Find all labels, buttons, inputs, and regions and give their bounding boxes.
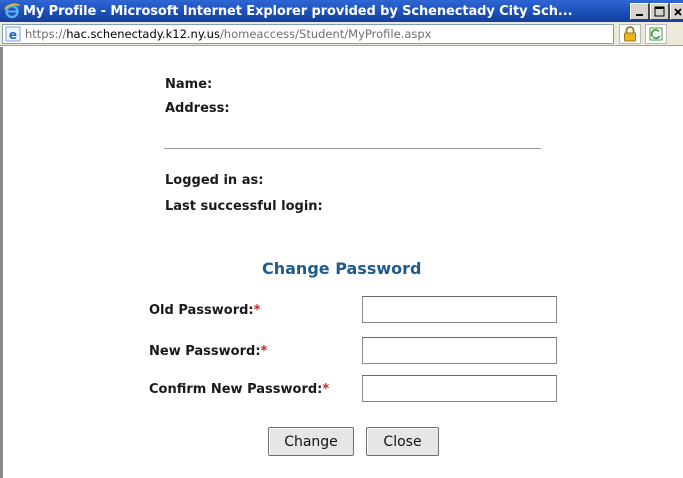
old-password-label: Old Password:*: [149, 303, 261, 318]
last-login-label: Last successful login:: [165, 199, 323, 214]
required-marker: *: [253, 303, 261, 318]
minimize-button[interactable]: [630, 3, 649, 20]
new-password-label: New Password:*: [149, 344, 268, 359]
required-marker: *: [322, 382, 330, 397]
internet-explorer-icon: [3, 2, 21, 20]
name-label: Name:: [165, 77, 213, 92]
url-text: https://hac.schenectady.k12.ny.us/homeac…: [25, 27, 432, 41]
new-password-input[interactable]: [362, 337, 557, 364]
divider: [164, 148, 541, 149]
address-label: Address:: [165, 101, 230, 116]
refresh-icon[interactable]: [645, 24, 667, 44]
required-marker: *: [260, 344, 268, 359]
change-button[interactable]: Change: [268, 427, 354, 456]
window-title: My Profile - Microsoft Internet Explorer…: [23, 3, 573, 19]
confirm-password-input[interactable]: [362, 375, 557, 402]
change-password-heading: Change Password: [262, 259, 422, 278]
close-window-button[interactable]: [670, 3, 683, 20]
svg-text:e: e: [9, 28, 17, 42]
window-title-bar[interactable]: My Profile - Microsoft Internet Explorer…: [0, 0, 683, 22]
url-field[interactable]: e https://hac.schenectady.k12.ny.us/home…: [2, 24, 614, 44]
security-lock-icon[interactable]: [619, 24, 641, 44]
old-password-input[interactable]: [362, 296, 557, 323]
logged-in-label: Logged in as:: [165, 173, 264, 188]
confirm-password-label: Confirm New Password:*: [149, 382, 330, 397]
address-bar: e https://hac.schenectady.k12.ny.us/home…: [0, 22, 683, 46]
ie-page-icon: e: [5, 26, 21, 42]
page-content: Name: Address: Logged in as: Last succes…: [0, 47, 683, 478]
close-button[interactable]: Close: [366, 427, 439, 456]
maximize-button[interactable]: [650, 3, 669, 20]
